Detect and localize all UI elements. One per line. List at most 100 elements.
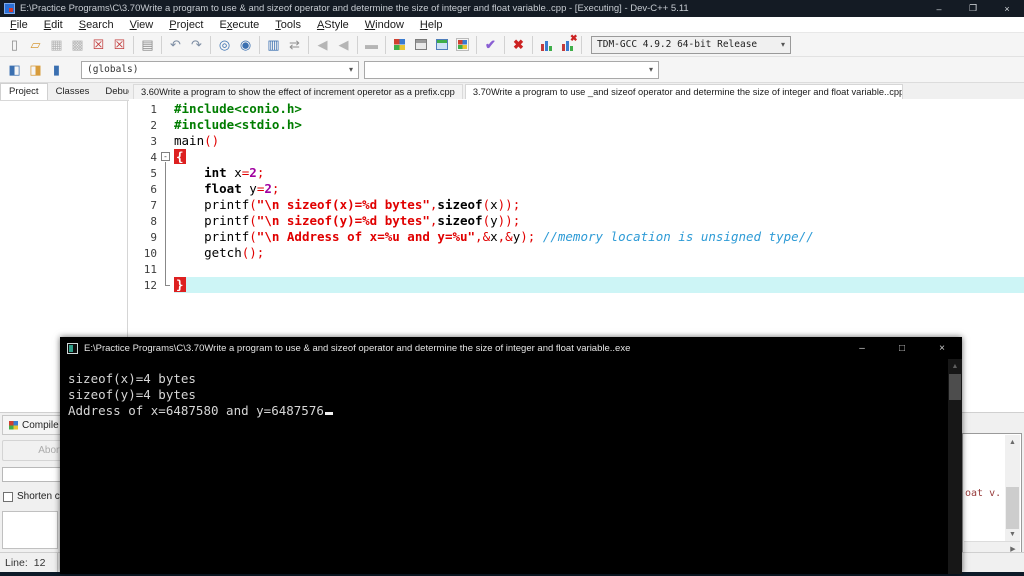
forward-button[interactable]: ◀ [333, 35, 354, 55]
close-file-button[interactable]: ☒ [88, 35, 109, 55]
left-panel-tabs: Project Classes Debug [0, 83, 133, 101]
close-all-icon: ☒ [113, 37, 126, 52]
undo-button[interactable]: ↶ [165, 35, 186, 55]
compiler-select[interactable]: TDM-GCC 4.9.2 64-bit Release ▾ [591, 35, 791, 54]
console-scroll-up-icon[interactable]: ▲ [948, 359, 962, 373]
console-title-bar[interactable]: E:\Practice Programs\C\3.70Write a progr… [60, 337, 962, 359]
menu-project[interactable]: Project [161, 19, 211, 31]
console-output[interactable]: sizeof(x)=4 bytes sizeof(y)=4 bytes Addr… [60, 359, 948, 574]
compiler-select-value: TDM-GCC 4.9.2 64-bit Release [597, 39, 758, 50]
compile-log-icon [9, 420, 18, 430]
new-file-icon: ▯ [10, 37, 19, 52]
goto-definition-button[interactable]: ◨ [25, 60, 46, 80]
tab-compile-log[interactable]: Compile [2, 415, 66, 435]
console-line: sizeof(x)=4 bytes [68, 371, 196, 386]
console-scrollbar-thumb[interactable] [949, 374, 961, 400]
profile-button[interactable] [536, 35, 557, 55]
menu-edit[interactable]: Edit [36, 19, 71, 31]
restore-button[interactable]: ❐ [956, 0, 990, 17]
chevron-down-icon: ▾ [348, 65, 353, 74]
menu-window[interactable]: Window [357, 19, 412, 31]
console-close-button[interactable]: × [922, 337, 962, 359]
rebuild-icon [456, 38, 469, 51]
forward-icon: ◀ [338, 37, 349, 52]
menu-search[interactable]: Search [71, 19, 122, 31]
menu-help[interactable]: Help [412, 19, 451, 31]
close-file-icon: ☒ [92, 37, 105, 52]
redo-button[interactable]: ↷ [186, 35, 207, 55]
syntax-check-button[interactable]: ✔ [480, 35, 501, 55]
menu-file[interactable]: File [2, 19, 36, 31]
chevron-down-icon: ▾ [780, 40, 785, 49]
goto-definition-icon: ◨ [29, 62, 42, 77]
find-icon: ◎ [218, 37, 231, 52]
find-in-files-icon: ◉ [239, 37, 252, 52]
menu-view[interactable]: View [122, 19, 162, 31]
compile-button[interactable] [389, 35, 410, 55]
class-browse-toolbar: ◧ ◨ ▮ (globals) ▾ ▾ [0, 57, 1024, 83]
console-minimize-button[interactable]: – [842, 337, 882, 359]
new-file-button[interactable]: ▯ [4, 35, 25, 55]
shorten-paths-checkbox[interactable]: Shorten c [3, 491, 60, 502]
close-all-button[interactable]: ☒ [109, 35, 130, 55]
class-browser-button[interactable]: ▮ [46, 60, 67, 80]
find-in-files-button[interactable]: ◉ [235, 35, 256, 55]
scroll-down-icon[interactable]: ▼ [1005, 527, 1020, 541]
menu-astyle[interactable]: AStyle [309, 19, 357, 31]
abort-icon: ✖ [513, 37, 524, 52]
devcpp-app-icon [4, 3, 15, 14]
pin-icon: ▬ [365, 37, 378, 52]
profile-chart-icon [540, 38, 553, 51]
editor-tab-370[interactable]: 3.70Write a program to use _and sizeof o… [464, 84, 903, 99]
goto-declaration-button[interactable]: ◧ [4, 60, 25, 80]
print-button[interactable]: ▤ [137, 35, 158, 55]
menu-tools[interactable]: Tools [267, 19, 309, 31]
delete-profile-button[interactable] [557, 34, 578, 55]
toolbar-separator [161, 35, 162, 54]
main-toolbar: ▯ ▱ ▦ ▩ ☒ ☒ ▤ ↶ ↷ ◎ ◉ ▥ ⇄ ◀ ◀ ▬ ✔ ✖ ✖ TD… [0, 33, 1024, 57]
toolbar-separator [532, 35, 533, 54]
save-all-button[interactable]: ▩ [67, 35, 88, 55]
toolbar-separator [476, 35, 477, 54]
print-icon: ▤ [141, 37, 154, 52]
swap-header-source-icon: ⇄ [289, 37, 300, 52]
compile-log-output: oat v. ▲ ▼ ▶ [962, 433, 1022, 557]
console-app-icon [67, 342, 78, 354]
console-maximize-button[interactable]: □ [882, 337, 922, 359]
compile-run-button[interactable] [431, 35, 452, 55]
globals-combo[interactable]: (globals) ▾ [81, 60, 359, 79]
abort-button[interactable]: ✖ [508, 35, 529, 55]
minimize-button[interactable]: – [922, 0, 956, 17]
devcpp-window: E:\Practice Programs\C\3.70Write a progr… [0, 0, 1024, 576]
scrollbar-thumb[interactable] [1006, 487, 1019, 529]
members-combo[interactable]: ▾ [364, 60, 659, 79]
back-button[interactable]: ◀ [312, 35, 333, 55]
title-bar: E:\Practice Programs\C\3.70Write a progr… [0, 0, 1024, 17]
open-folder-icon: ▱ [30, 37, 41, 52]
compile-icon [394, 39, 405, 50]
toolbar-separator [581, 35, 582, 54]
save-button[interactable]: ▦ [46, 35, 67, 55]
menu-execute[interactable]: Execute [212, 19, 268, 31]
chevron-down-icon: ▾ [648, 65, 653, 74]
open-button[interactable]: ▱ [25, 35, 46, 55]
delete-profile-icon [561, 34, 578, 51]
editor-tab-360[interactable]: 3.60Write a program to show the effect o… [133, 84, 463, 99]
console-title: E:\Practice Programs\C\3.70Write a progr… [84, 342, 631, 354]
run-button[interactable] [410, 35, 431, 55]
tab-project[interactable]: Project [0, 83, 48, 100]
find-button[interactable]: ◎ [214, 35, 235, 55]
code-lines: #include<conio.h> #include<stdio.h> main()… [174, 101, 1024, 293]
pin-button[interactable]: ▬ [361, 35, 382, 55]
rebuild-button[interactable] [452, 35, 473, 55]
class-browser-icon: ▮ [52, 62, 61, 77]
console-scrollbar[interactable]: ▲ [948, 359, 962, 574]
log-vertical-scrollbar[interactable]: ▲ ▼ [1005, 435, 1020, 541]
toolbar-separator [357, 35, 358, 54]
close-button[interactable]: × [990, 0, 1024, 17]
swap-header-source-button[interactable]: ⇄ [284, 35, 305, 55]
compile-log-fragment: oat v. [965, 488, 1002, 499]
replace-button[interactable]: ▥ [263, 35, 284, 55]
tab-classes[interactable]: Classes [48, 84, 98, 100]
scroll-up-icon[interactable]: ▲ [1005, 435, 1020, 449]
